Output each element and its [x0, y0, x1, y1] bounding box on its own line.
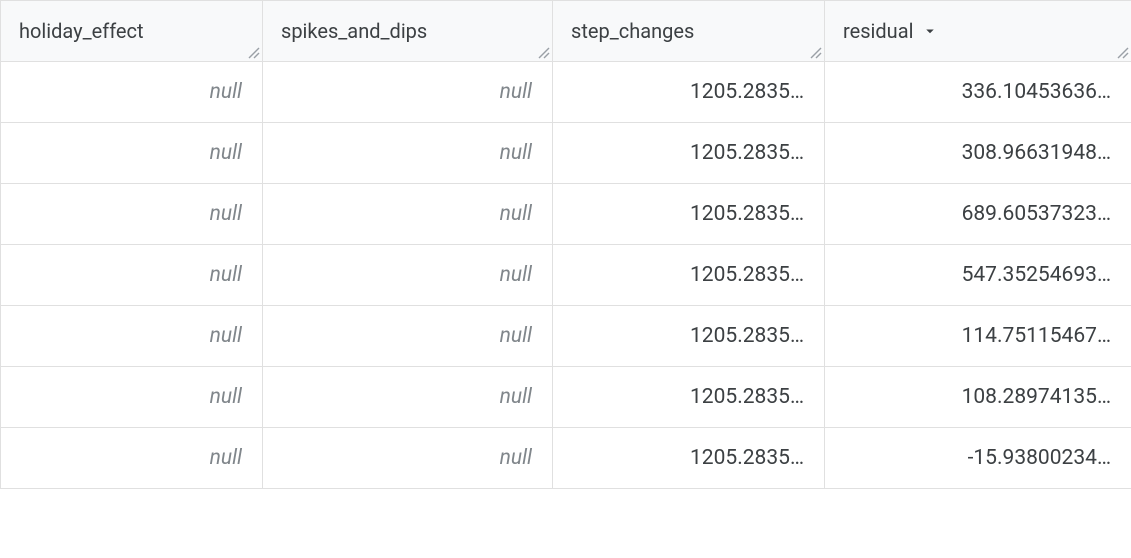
cell-spikes-and-dips: null	[263, 367, 553, 428]
data-table: holiday_effect spikes_and_dips	[0, 0, 1131, 489]
table-row[interactable]: null null 1205.2835… 108.28974135…	[1, 367, 1131, 428]
cell-step-changes: 1205.2835…	[553, 62, 825, 123]
cell-holiday-effect: null	[1, 62, 263, 123]
column-header-holiday-effect[interactable]: holiday_effect	[1, 1, 263, 62]
cell-spikes-and-dips: null	[263, 428, 553, 489]
cell-holiday-effect: null	[1, 367, 263, 428]
column-header-spikes-and-dips[interactable]: spikes_and_dips	[263, 1, 553, 62]
sort-desc-icon	[921, 22, 939, 40]
column-label: step_changes	[571, 19, 694, 43]
cell-spikes-and-dips: null	[263, 306, 553, 367]
column-label: holiday_effect	[19, 19, 144, 43]
cell-residual: -15.93800234…	[825, 428, 1131, 489]
cell-step-changes: 1205.2835…	[553, 428, 825, 489]
cell-step-changes: 1205.2835…	[553, 123, 825, 184]
cell-step-changes: 1205.2835…	[553, 306, 825, 367]
cell-residual: 336.10453636…	[825, 62, 1131, 123]
table-row[interactable]: null null 1205.2835… 547.35254693…	[1, 245, 1131, 306]
resize-handle-icon[interactable]	[246, 45, 260, 59]
cell-spikes-and-dips: null	[263, 245, 553, 306]
cell-holiday-effect: null	[1, 428, 263, 489]
table-row[interactable]: null null 1205.2835… 689.60537323…	[1, 184, 1131, 245]
resize-handle-icon[interactable]	[536, 45, 550, 59]
cell-step-changes: 1205.2835…	[553, 184, 825, 245]
column-label: residual	[843, 19, 913, 43]
cell-residual: 308.96631948…	[825, 123, 1131, 184]
resize-handle-icon[interactable]	[808, 45, 822, 59]
column-header-step-changes[interactable]: step_changes	[553, 1, 825, 62]
cell-holiday-effect: null	[1, 184, 263, 245]
table-row[interactable]: null null 1205.2835… 336.10453636…	[1, 62, 1131, 123]
resize-handle-icon[interactable]	[1115, 45, 1129, 59]
cell-step-changes: 1205.2835…	[553, 245, 825, 306]
cell-holiday-effect: null	[1, 123, 263, 184]
cell-spikes-and-dips: null	[263, 62, 553, 123]
cell-spikes-and-dips: null	[263, 123, 553, 184]
column-label: spikes_and_dips	[281, 19, 427, 43]
cell-step-changes: 1205.2835…	[553, 367, 825, 428]
table-row[interactable]: null null 1205.2835… 308.96631948…	[1, 123, 1131, 184]
cell-residual: 547.35254693…	[825, 245, 1131, 306]
cell-holiday-effect: null	[1, 306, 263, 367]
table-row[interactable]: null null 1205.2835… 114.75115467…	[1, 306, 1131, 367]
cell-spikes-and-dips: null	[263, 184, 553, 245]
cell-residual: 108.28974135…	[825, 367, 1131, 428]
column-header-residual[interactable]: residual	[825, 1, 1131, 62]
cell-residual: 689.60537323…	[825, 184, 1131, 245]
cell-residual: 114.75115467…	[825, 306, 1131, 367]
cell-holiday-effect: null	[1, 245, 263, 306]
table-row[interactable]: null null 1205.2835… -15.93800234…	[1, 428, 1131, 489]
table-header-row: holiday_effect spikes_and_dips	[1, 1, 1131, 62]
